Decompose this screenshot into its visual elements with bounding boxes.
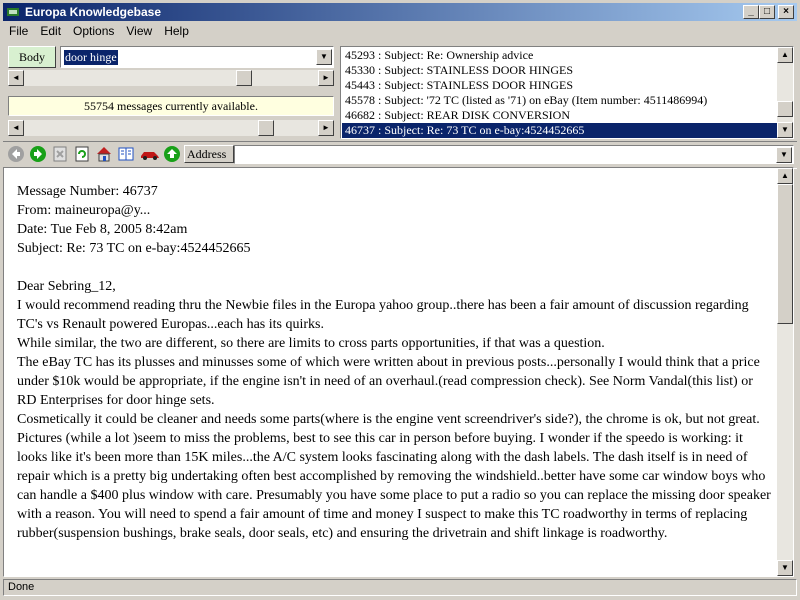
scroll-thumb[interactable] bbox=[236, 70, 252, 86]
menu-options[interactable]: Options bbox=[67, 22, 120, 38]
title-bar: Europa Knowledgebase _ □ × bbox=[3, 3, 797, 21]
chevron-down-icon[interactable]: ▼ bbox=[316, 49, 332, 65]
maximize-button[interactable]: □ bbox=[759, 5, 775, 19]
address-label: Address bbox=[184, 145, 234, 163]
message-from: From: maineuropa@y... bbox=[17, 203, 151, 218]
search-combobox[interactable]: door hinge ▼ bbox=[60, 46, 334, 68]
message-paragraph: The eBay TC has its plusses and minusses… bbox=[17, 355, 760, 408]
search-hscroll[interactable]: ◄ ► bbox=[8, 70, 334, 86]
scroll-down-icon[interactable]: ▼ bbox=[777, 122, 793, 138]
refresh-icon[interactable] bbox=[73, 145, 91, 163]
list-item[interactable]: 46682 : Subject: REAR DISK CONVERSION bbox=[342, 108, 778, 123]
home-icon[interactable] bbox=[95, 145, 113, 163]
message-vscroll[interactable]: ▲ ▼ bbox=[777, 168, 793, 576]
stop-icon[interactable] bbox=[51, 145, 69, 163]
list-item[interactable]: 45443 : Subject: STAINLESS DOOR HINGES bbox=[342, 78, 778, 93]
app-window: Europa Knowledgebase _ □ × File Edit Optio… bbox=[0, 0, 800, 600]
scroll-right-icon[interactable]: ► bbox=[318, 120, 334, 136]
message-content: Message Number: 46737 From: maineuropa@y… bbox=[17, 182, 775, 543]
scroll-up-icon[interactable]: ▲ bbox=[777, 168, 793, 184]
menu-bar: File Edit Options View Help bbox=[3, 22, 195, 40]
message-paragraph: Cosmetically it could be cleaner and nee… bbox=[17, 412, 771, 541]
message-greeting: Dear Sebring_12, bbox=[17, 279, 116, 294]
scroll-thumb[interactable] bbox=[258, 120, 274, 136]
list-item-selected[interactable]: 46737 : Subject: Re: 73 TC on e-bay:4524… bbox=[342, 123, 778, 138]
up-arrow-icon[interactable] bbox=[163, 145, 181, 163]
search-input[interactable]: door hinge bbox=[64, 50, 118, 65]
results-list[interactable]: 45293 : Subject: Re: Ownership advice 45… bbox=[340, 46, 794, 139]
info-hscroll[interactable]: ◄ ► bbox=[8, 120, 334, 136]
message-date: Date: Tue Feb 8, 2005 8:42am bbox=[17, 222, 188, 237]
scroll-thumb[interactable] bbox=[777, 101, 793, 117]
list-item[interactable]: 45293 : Subject: Re: Ownership advice bbox=[342, 48, 778, 63]
car-icon[interactable] bbox=[139, 145, 161, 163]
menu-view[interactable]: View bbox=[120, 22, 158, 38]
forward-arrow-icon[interactable] bbox=[29, 145, 47, 163]
search-field-button[interactable]: Body bbox=[8, 46, 56, 68]
message-count-info: 55754 messages currently available. bbox=[8, 96, 334, 116]
menu-edit[interactable]: Edit bbox=[34, 22, 67, 38]
menu-help[interactable]: Help bbox=[158, 22, 195, 38]
message-paragraph: While similar, the two are different, so… bbox=[17, 336, 605, 351]
message-number: Message Number: 46737 bbox=[17, 184, 158, 199]
message-paragraph: I would recommend reading thru the Newbi… bbox=[17, 298, 749, 332]
chevron-down-icon[interactable]: ▼ bbox=[776, 147, 792, 163]
message-subject: Subject: Re: 73 TC on e-bay:4524452665 bbox=[17, 241, 251, 256]
back-arrow-icon[interactable] bbox=[7, 145, 25, 163]
scroll-right-icon[interactable]: ► bbox=[318, 70, 334, 86]
list-item[interactable]: 45578 : Subject: '72 TC (listed as '71) … bbox=[342, 93, 778, 108]
scroll-thumb[interactable] bbox=[777, 184, 793, 324]
address-field[interactable]: ▼ bbox=[234, 145, 794, 164]
window-title: Europa Knowledgebase bbox=[25, 5, 162, 19]
app-icon bbox=[7, 8, 19, 16]
minimize-button[interactable]: _ bbox=[743, 5, 759, 19]
list-item[interactable]: 45330 : Subject: STAINLESS DOOR HINGES bbox=[342, 63, 778, 78]
status-text: Done bbox=[8, 581, 35, 593]
results-vscroll[interactable]: ▲ ▼ bbox=[777, 47, 793, 138]
message-pane: Message Number: 46737 From: maineuropa@y… bbox=[3, 167, 794, 577]
book-icon[interactable] bbox=[117, 145, 135, 163]
scroll-left-icon[interactable]: ◄ bbox=[8, 70, 24, 86]
scroll-up-icon[interactable]: ▲ bbox=[777, 47, 793, 63]
menu-file[interactable]: File bbox=[3, 22, 34, 38]
status-bar: Done bbox=[3, 579, 797, 596]
close-button[interactable]: × bbox=[778, 5, 794, 19]
scroll-left-icon[interactable]: ◄ bbox=[8, 120, 24, 136]
scroll-down-icon[interactable]: ▼ bbox=[777, 560, 793, 576]
